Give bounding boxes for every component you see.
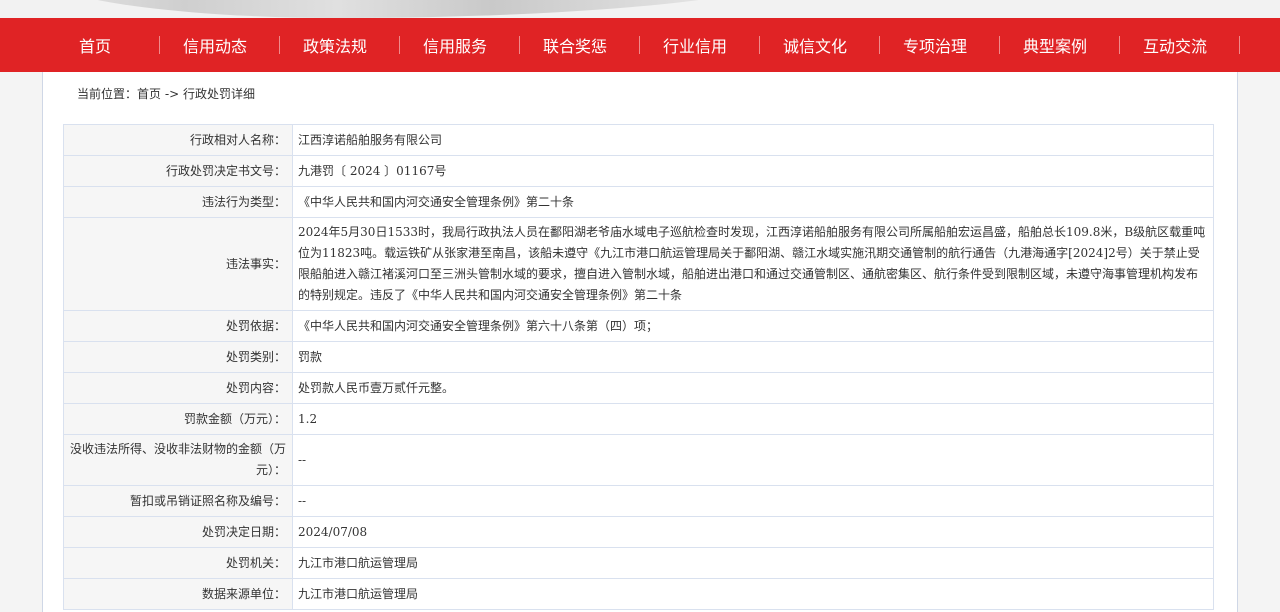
field-value: 九江市港口航运管理局 xyxy=(292,578,1214,610)
table-row: 没收违法所得、没收非法财物的金额（万元）： -- xyxy=(63,434,1214,486)
breadcrumb-separator: -> xyxy=(161,87,184,101)
table-row: 罚款金额（万元）： 1.2 xyxy=(63,403,1214,435)
main-navigation: 首页 信用动态 政策法规 信用服务 联合奖惩 行业信用 诚信文化 专项治理 典型… xyxy=(0,18,1280,72)
field-label: 处罚机关： xyxy=(63,547,293,579)
field-label: 违法事实： xyxy=(63,217,293,311)
nav-item-credit-services[interactable]: 信用服务 xyxy=(395,18,515,72)
table-row: 行政处罚决定书文号： 九港罚〔 2024 〕01167号 xyxy=(63,155,1214,187)
field-value: 2024年5月30日1533时，我局行政执法人员在鄱阳湖老爷庙水域电子巡航检查时… xyxy=(292,217,1214,311)
field-label: 违法行为类型： xyxy=(63,186,293,218)
nav-item-credit-news[interactable]: 信用动态 xyxy=(155,18,275,72)
field-label: 暂扣或吊销证照名称及编号： xyxy=(63,485,293,517)
table-row: 行政相对人名称： 江西淳诺船舶服务有限公司 xyxy=(63,124,1214,156)
table-row: 数据来源单位： 九江市港口航运管理局 xyxy=(63,578,1214,610)
table-row: 违法行为类型： 《中华人民共和国内河交通安全管理条例》第二十条 xyxy=(63,186,1214,218)
nav-separator xyxy=(1239,36,1240,54)
main-content: 当前位置：首页 -> 行政处罚详细 行政相对人名称： 江西淳诺船舶服务有限公司 … xyxy=(42,72,1238,612)
penalty-detail-table: 行政相对人名称： 江西淳诺船舶服务有限公司 行政处罚决定书文号： 九港罚〔 20… xyxy=(63,124,1214,610)
violation-facts-text: 2024年5月30日1533时，我局行政执法人员在鄱阳湖老爷庙水域电子巡航检查时… xyxy=(298,225,1206,302)
nav-item-industry-credit[interactable]: 行业信用 xyxy=(635,18,755,72)
nav-item-joint-rewards-penalties[interactable]: 联合奖惩 xyxy=(515,18,635,72)
nav-item-integrity-culture[interactable]: 诚信文化 xyxy=(755,18,875,72)
nav-item-policy-regulations[interactable]: 政策法规 xyxy=(275,18,395,72)
field-value: 江西淳诺船舶服务有限公司 xyxy=(292,124,1214,156)
nav-item-special-governance[interactable]: 专项治理 xyxy=(875,18,995,72)
breadcrumb-current-link[interactable]: 行政处罚详细 xyxy=(183,87,255,101)
nav-item-interaction[interactable]: 互动交流 xyxy=(1115,18,1235,72)
breadcrumb-home-link[interactable]: 首页 xyxy=(137,87,161,101)
field-value: 《中华人民共和国内河交通安全管理条例》第六十八条第（四）项； xyxy=(292,310,1214,342)
table-row: 处罚决定日期： 2024/07/08 xyxy=(63,516,1214,548)
field-label: 处罚内容： xyxy=(63,372,293,404)
field-value: 1.2 xyxy=(292,403,1214,435)
field-label: 罚款金额（万元）： xyxy=(63,403,293,435)
header-banner xyxy=(0,0,1280,18)
field-value: 九江市港口航运管理局 xyxy=(292,547,1214,579)
field-label: 处罚决定日期： xyxy=(63,516,293,548)
table-row: 处罚类别： 罚款 xyxy=(63,341,1214,373)
nav-item-home[interactable]: 首页 xyxy=(35,18,155,72)
table-row: 违法事实： 2024年5月30日1533时，我局行政执法人员在鄱阳湖老爷庙水域电… xyxy=(63,217,1214,311)
field-value: -- xyxy=(292,434,1214,486)
field-value: -- xyxy=(292,485,1214,517)
table-row: 处罚依据： 《中华人民共和国内河交通安全管理条例》第六十八条第（四）项； xyxy=(63,310,1214,342)
field-value: 处罚款人民币壹万贰仟元整。 xyxy=(292,372,1214,404)
field-value: 九港罚〔 2024 〕01167号 xyxy=(292,155,1214,187)
table-row: 暂扣或吊销证照名称及编号： -- xyxy=(63,485,1214,517)
field-label: 处罚依据： xyxy=(63,310,293,342)
nav-item-typical-cases[interactable]: 典型案例 xyxy=(995,18,1115,72)
field-label: 没收违法所得、没收非法财物的金额（万元）： xyxy=(63,434,293,486)
field-label: 行政处罚决定书文号： xyxy=(63,155,293,187)
banner-decoration xyxy=(30,0,800,18)
breadcrumb: 当前位置：首页 -> 行政处罚详细 xyxy=(77,85,255,102)
field-label: 数据来源单位： xyxy=(63,578,293,610)
table-row: 处罚内容： 处罚款人民币壹万贰仟元整。 xyxy=(63,372,1214,404)
field-value: 《中华人民共和国内河交通安全管理条例》第二十条 xyxy=(292,186,1214,218)
field-value: 罚款 xyxy=(292,341,1214,373)
field-label: 行政相对人名称： xyxy=(63,124,293,156)
table-row: 处罚机关： 九江市港口航运管理局 xyxy=(63,547,1214,579)
field-value: 2024/07/08 xyxy=(292,516,1214,548)
field-label: 处罚类别： xyxy=(63,341,293,373)
breadcrumb-prefix: 当前位置： xyxy=(77,87,138,101)
